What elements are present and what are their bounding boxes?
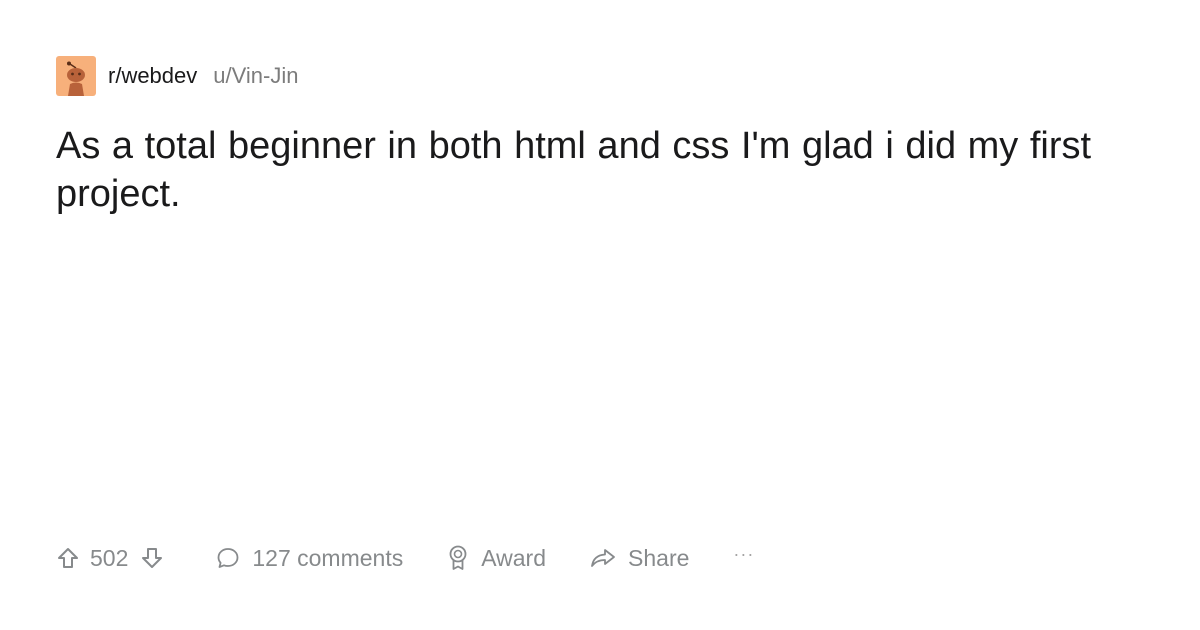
arrow-down-icon[interactable] xyxy=(140,546,164,570)
subreddit-name[interactable]: r/webdev xyxy=(108,63,197,89)
post-card[interactable]: r/webdev u/Vin-Jin As a total beginner i… xyxy=(56,56,1144,630)
post-meta: r/webdev u/Vin-Jin xyxy=(56,56,1144,96)
arrow-up-icon[interactable] xyxy=(56,546,80,570)
vote-group: 502 xyxy=(56,545,164,572)
community-avatar-icon xyxy=(67,61,85,96)
vote-count: 502 xyxy=(90,544,129,571)
award-label: Award xyxy=(481,544,547,571)
award-button[interactable]: Award xyxy=(447,545,546,572)
comments-button[interactable]: 127 comments xyxy=(216,545,403,572)
share-arrow-icon xyxy=(590,546,616,570)
share-button[interactable]: Share xyxy=(590,545,689,572)
award-ribbon-icon xyxy=(447,545,469,571)
community-avatar[interactable] xyxy=(56,56,96,96)
more-options-button[interactable]: ··· xyxy=(733,544,754,565)
author-name[interactable]: u/Vin-Jin xyxy=(213,63,298,89)
share-label: Share xyxy=(628,544,690,571)
post-actions: 502 127 comments Award Share ··· xyxy=(56,540,754,576)
comments-label: 127 comments xyxy=(252,544,404,571)
speech-bubble-icon xyxy=(216,546,240,570)
post-title[interactable]: As a total beginner in both html and css… xyxy=(56,122,1136,218)
more-label: ··· xyxy=(733,543,755,564)
